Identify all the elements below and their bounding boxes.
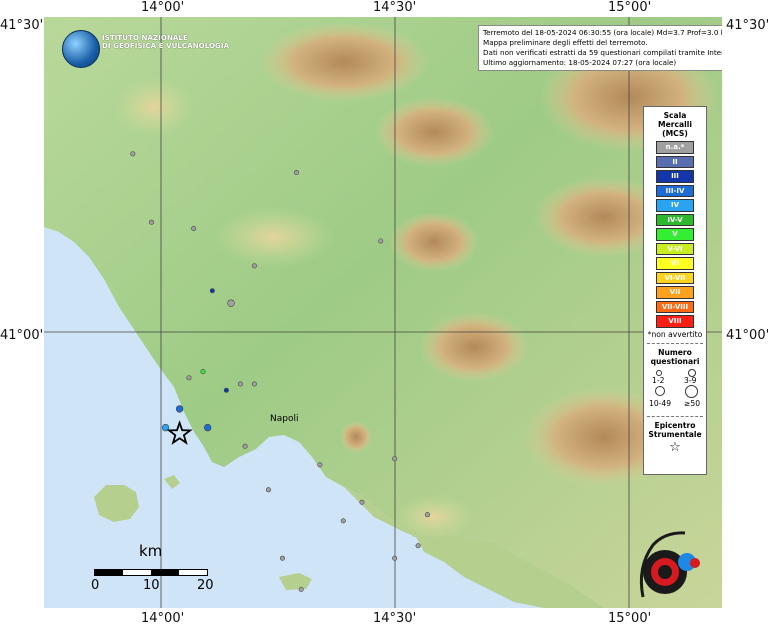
observation-point — [265, 487, 271, 493]
observation-point — [186, 375, 192, 381]
epi-title-2: Strumentale — [648, 429, 702, 439]
epicenter-legend-icon: ☆ — [669, 439, 681, 455]
legend-swatch: V-VI — [656, 242, 694, 255]
legend-swatch: III-IV — [656, 184, 694, 197]
observation-point — [424, 512, 430, 518]
observation-point — [191, 226, 197, 232]
tick-bottom-3: 15°00' — [608, 611, 652, 626]
size-label-3-9: 3-9 — [684, 375, 697, 385]
legend-divider-2 — [647, 415, 703, 417]
observation-point — [378, 238, 384, 244]
size-legend: 1-2 3-9 — [644, 366, 706, 402]
tick-top-3: 15°00' — [608, 0, 652, 15]
observation-point — [175, 405, 184, 413]
size-label-10-49: 10-49 — [649, 398, 672, 408]
count-title-2: questionari — [650, 356, 700, 366]
observation-point — [242, 443, 248, 449]
scale-label-10: 10 — [143, 578, 160, 593]
intensity-map[interactable]: ISTITUTO NAZIONALE DI GEOFISICA E VULCAN… — [44, 17, 722, 608]
ingv-logo-icon — [62, 30, 100, 68]
tick-bottom-2: 14°30' — [373, 611, 417, 626]
legend-swatch: V — [656, 228, 694, 241]
observation-point — [359, 499, 365, 505]
legend-divider — [647, 342, 703, 344]
observation-point — [392, 555, 398, 561]
observation-point — [203, 423, 212, 432]
size-50-icon — [685, 384, 698, 398]
relief-taburno — [389, 212, 479, 272]
observation-point — [237, 381, 243, 387]
relief-partenio — [419, 312, 529, 382]
ingv-line2: DI GEOFISICA E VULCANOLOGIA — [102, 42, 230, 50]
tick-top-2: 14°30' — [373, 0, 417, 15]
size-label-1-2: 1-2 — [652, 375, 665, 385]
info-line3: Dati non verificati estratti da 59 quest… — [483, 48, 722, 57]
legend: Scala Mercalli (MCS) n.a.* II III III-IV IV I… — [643, 106, 707, 475]
map-canvas — [44, 17, 722, 608]
legend-note: *non avvertito — [647, 329, 703, 339]
scale-bar — [94, 569, 208, 576]
observation-point — [293, 170, 299, 176]
relief-north — [374, 97, 494, 167]
legend-swatch: VI — [656, 257, 694, 270]
observation-point — [209, 288, 215, 294]
observation-point — [227, 299, 235, 307]
legend-swatch: VI-VII — [656, 271, 694, 284]
size-labels-row2: 10-49 ≥50 — [644, 398, 706, 412]
observation-point — [392, 456, 398, 462]
observation-point — [298, 586, 304, 592]
relief-caserta — [214, 207, 334, 267]
info-line1: Terremoto del 18-05-2024 06:30:55 (ora l… — [483, 28, 722, 37]
epi-title-1: Epicentro — [654, 420, 696, 430]
tick-top-1: 14°00' — [141, 0, 185, 15]
tick-bottom-1: 14°00' — [141, 611, 185, 626]
haisentito-logo — [635, 527, 707, 605]
size-10-49-icon — [655, 385, 665, 396]
legend-swatch: VIII — [656, 315, 694, 328]
legend-swatch: II — [656, 155, 694, 168]
scale-unit: km — [139, 542, 163, 560]
info-line4: Ultimo aggiornamento: 18-05-2024 07:27 (… — [483, 58, 677, 67]
tick-left-1: 41°30' — [0, 18, 44, 33]
observation-point — [130, 151, 136, 157]
legend-title-2: Mercalli — [658, 120, 692, 129]
tick-right-1: 41°30' — [726, 18, 768, 33]
relief-vesuvio — [340, 421, 372, 453]
legend-swatch: n.a.* — [656, 141, 694, 154]
observation-point — [340, 518, 346, 524]
observation-point — [317, 462, 323, 468]
tick-left-2: 41°00' — [0, 328, 44, 343]
city-label-napoli: Napoli — [270, 414, 299, 424]
tick-right-2: 41°00' — [726, 328, 768, 343]
scale-label-20: 20 — [197, 578, 214, 593]
legend-title-1: Scala — [663, 111, 687, 120]
legend-swatch: III — [656, 170, 694, 183]
info-box: Terremoto del 18-05-2024 06:30:55 (ora l… — [478, 25, 722, 71]
legend-swatch: VII-VIII — [656, 300, 694, 313]
observation-point — [149, 219, 155, 225]
observation-point — [251, 381, 257, 387]
ingv-line1: ISTITUTO NAZIONALE — [102, 34, 188, 42]
relief-matese — [259, 22, 429, 102]
legend-title-3: (MCS) — [662, 129, 688, 138]
legend-swatches: n.a.* II III III-IV IV IV-V V V-VI VI VI-VII VII VI… — [644, 141, 706, 328]
legend-swatch: IV — [656, 199, 694, 212]
observation-point — [223, 387, 229, 393]
observation-point — [200, 369, 206, 375]
ingv-name: ISTITUTO NAZIONALE DI GEOFISICA E VULCAN… — [102, 34, 229, 50]
relief-lattari — [394, 495, 474, 539]
legend-swatch: IV-V — [656, 213, 694, 226]
observation-point — [415, 543, 421, 549]
size-label-50: ≥50 — [684, 398, 701, 408]
legend-swatch: VII — [656, 286, 694, 299]
relief-roccamonfina — [114, 77, 194, 137]
scale-label-0: 0 — [91, 578, 100, 593]
observation-point — [251, 263, 257, 269]
count-title-1: Numero — [658, 347, 692, 357]
info-line2: Mappa preliminare degli effetti del terr… — [483, 38, 648, 47]
observation-point — [279, 555, 285, 561]
